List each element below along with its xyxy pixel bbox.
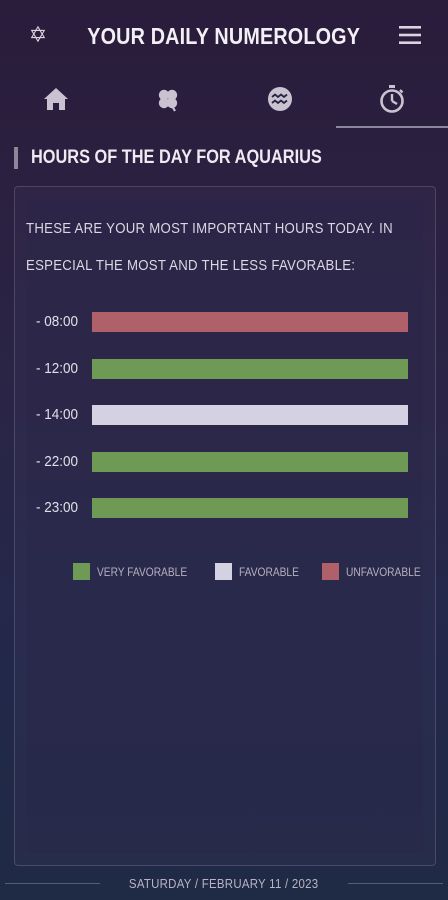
hour-bar xyxy=(92,312,408,332)
footer: SATURDAY / FEBRUARY 11 / 2023 xyxy=(0,872,448,894)
hour-label: - 12:00 xyxy=(36,360,79,377)
legend-swatch xyxy=(321,563,339,580)
hour-bar xyxy=(92,359,408,379)
legend-very-favorable: VERY FAVORABLE xyxy=(73,563,203,580)
legend: VERY FAVORABLE FAVORABLE UNFAVORABLE xyxy=(73,563,445,580)
footer-divider xyxy=(5,882,101,884)
hour-label: - 23:00 xyxy=(36,499,79,516)
legend-label: FAVORABLE xyxy=(239,564,299,579)
legend-label: UNFAVORABLE xyxy=(345,564,421,579)
hour-bar xyxy=(92,498,408,518)
legend-favorable: FAVORABLE xyxy=(215,563,309,580)
footer-date: SATURDAY / FEBRUARY 11 / 2023 xyxy=(129,875,319,891)
legend-swatch xyxy=(215,563,233,580)
hour-bar xyxy=(92,452,408,472)
legend-swatch xyxy=(73,563,90,580)
legend-unfavorable: UNFAVORABLE xyxy=(321,563,434,580)
hour-label: - 08:00 xyxy=(36,313,79,330)
hours-list: - 08:00 - 12:00 - 14:00 - 22:00 - 23:00 xyxy=(0,0,448,900)
hour-bar xyxy=(92,405,408,425)
hour-label: - 22:00 xyxy=(36,453,79,470)
footer-divider xyxy=(347,882,443,884)
hour-label: - 14:00 xyxy=(36,406,79,423)
legend-label: VERY FAVORABLE xyxy=(97,564,188,579)
